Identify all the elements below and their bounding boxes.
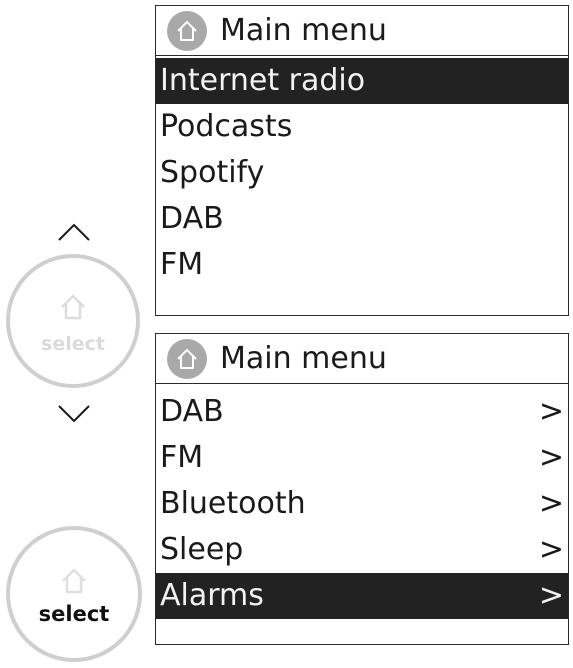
home-icon (167, 339, 207, 379)
menu-item-label: DAB (160, 394, 224, 429)
main-menu-screen-2: Main menu DAB > FM > Bluetooth > Sleep > Ala… (155, 333, 569, 645)
menu-item-label: Sleep (160, 532, 244, 567)
home-icon (62, 568, 86, 594)
menu-list: Internet radio Podcasts Spotify DAB FM (156, 58, 568, 288)
menu-item-fm[interactable]: FM > (156, 435, 568, 481)
chevron-right-icon: > (538, 486, 564, 521)
chevron-right-icon: > (538, 578, 564, 613)
chevron-right-icon: > (538, 440, 564, 475)
chevron-right-icon: > (538, 394, 564, 429)
menu-item-dab[interactable]: DAB > (156, 389, 568, 435)
menu-item-label: DAB (160, 201, 224, 236)
home-icon (167, 11, 207, 51)
screen-header: Main menu (156, 6, 568, 56)
chevron-right-icon: > (538, 532, 564, 567)
chevron-down-icon[interactable] (57, 404, 91, 424)
screen-title: Main menu (220, 13, 387, 48)
select-label: select (41, 333, 105, 355)
chevron-up-icon[interactable] (57, 222, 91, 242)
menu-item-label: FM (160, 440, 204, 475)
menu-item-podcasts[interactable]: Podcasts (156, 104, 568, 150)
main-menu-screen-1: Main menu Internet radio Podcasts Spotif… (155, 5, 569, 316)
menu-item-label: Internet radio (160, 63, 366, 98)
select-label: select (38, 602, 110, 626)
menu-item-label: Bluetooth (160, 486, 306, 521)
menu-item-bluetooth[interactable]: Bluetooth > (156, 481, 568, 527)
menu-item-sleep[interactable]: Sleep > (156, 527, 568, 573)
screen-header: Main menu (156, 334, 568, 384)
select-knob-inactive[interactable]: select (6, 254, 140, 388)
menu-item-label: Podcasts (160, 109, 293, 144)
menu-item-fm[interactable]: FM (156, 242, 568, 288)
menu-item-label: Spotify (160, 155, 265, 190)
menu-item-label: Alarms (160, 578, 264, 613)
menu-item-dab[interactable]: DAB (156, 196, 568, 242)
home-icon (61, 294, 85, 320)
menu-item-internet-radio[interactable]: Internet radio (156, 58, 568, 104)
screen-title: Main menu (220, 341, 387, 376)
menu-item-spotify[interactable]: Spotify (156, 150, 568, 196)
menu-item-label: FM (160, 247, 204, 282)
menu-list: DAB > FM > Bluetooth > Sleep > Alarms > (156, 389, 568, 619)
menu-item-alarms[interactable]: Alarms > (156, 573, 568, 619)
select-knob-active[interactable]: select (6, 526, 142, 662)
